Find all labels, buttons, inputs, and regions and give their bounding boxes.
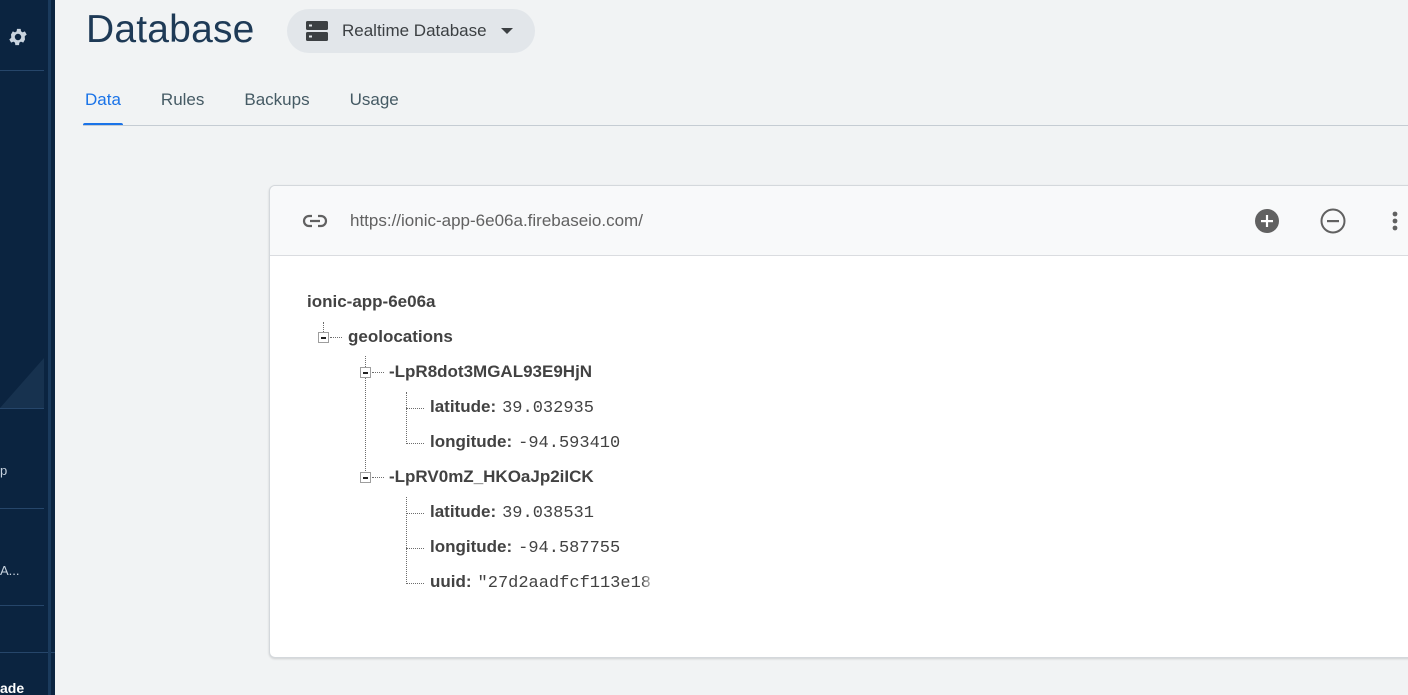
tab-data[interactable]: Data [83, 84, 123, 126]
tree-connector [372, 372, 384, 373]
dropdown-caret-icon [500, 28, 513, 34]
tree-leaf-key: uuid: [430, 572, 472, 591]
data-viewer-header: https://ionic-app-6e06a.firebaseio.com/ [270, 186, 1408, 256]
tree-node-key[interactable]: -LpRV0mZ_HKOaJp2iICK [389, 467, 594, 487]
add-child-icon[interactable] [1254, 208, 1280, 234]
collapse-toggle-icon[interactable] [360, 367, 371, 378]
tree-leaf-key: latitude: [430, 397, 497, 416]
tree-leaf[interactable]: latitude: 39.038531 [430, 502, 594, 523]
tab-usage[interactable]: Usage [348, 84, 401, 126]
tree-connector [406, 443, 424, 444]
sidebar-divider [0, 652, 55, 653]
tree-leaf[interactable]: uuid: "27d2aadfcf113e18 [430, 572, 655, 593]
tree-leaf[interactable]: latitude: 39.032935 [430, 397, 594, 418]
tab-divider [83, 125, 1408, 126]
tree-node-key[interactable]: geolocations [348, 327, 453, 347]
tree-node-key[interactable]: -LpR8dot3MGAL93E9HjN [389, 362, 592, 382]
collapse-toggle-icon[interactable] [360, 472, 371, 483]
database-type-label: Realtime Database [342, 21, 487, 40]
tree-connector [406, 392, 407, 444]
sidebar-divider [0, 605, 44, 606]
tree-leaf-key: latitude: [430, 502, 497, 521]
collapse-icon[interactable] [1320, 208, 1346, 234]
sidebar-item-label[interactable]: A... [0, 563, 20, 578]
tree-leaf-key: longitude: [430, 537, 513, 556]
collapse-toggle-icon[interactable] [318, 332, 329, 343]
tree-connector [406, 513, 424, 514]
tree-connector [406, 548, 424, 549]
upgrade-button[interactable]: ade [0, 680, 24, 695]
tree-leaf-value[interactable]: -94.593410 [518, 434, 620, 453]
tree-connector [406, 497, 407, 584]
tree-leaf[interactable]: longitude: -94.587755 [430, 537, 620, 558]
database-icon [306, 21, 328, 41]
sidebar-divider [0, 408, 44, 409]
database-type-select[interactable]: Realtime Database [287, 9, 535, 53]
tab-rules[interactable]: Rules [159, 84, 206, 126]
sidebar-scrollbar[interactable] [48, 0, 51, 695]
text-fade-overlay [642, 572, 656, 592]
sidebar: p A... ade [0, 0, 55, 695]
link-icon [302, 214, 328, 228]
sidebar-divider [0, 70, 44, 71]
tree-connector [330, 337, 342, 338]
settings-gear-icon[interactable] [7, 26, 29, 48]
tree-connector [406, 583, 424, 584]
database-url[interactable]: https://ionic-app-6e06a.firebaseio.com/ [350, 211, 643, 231]
tree-leaf-value[interactable]: 39.038531 [502, 504, 594, 523]
tree-connector [323, 322, 324, 332]
tree-leaf-value[interactable]: "27d2aadfcf113e18 [478, 574, 651, 593]
tree-root-key[interactable]: ionic-app-6e06a [307, 292, 436, 312]
tree-leaf-value[interactable]: 39.032935 [502, 399, 594, 418]
page-title: Database [86, 8, 255, 51]
tab-backups[interactable]: Backups [242, 84, 311, 126]
tree-leaf-key: longitude: [430, 432, 513, 451]
tree-connector [406, 408, 424, 409]
tree-connector [372, 477, 384, 478]
more-vert-icon[interactable] [1390, 208, 1400, 234]
sidebar-divider [0, 508, 44, 509]
tree-leaf-value[interactable]: -94.587755 [518, 539, 620, 558]
sidebar-decoration [0, 358, 44, 408]
tree-leaf[interactable]: longitude: -94.593410 [430, 432, 620, 453]
sidebar-item-label[interactable]: p [0, 463, 7, 478]
data-viewer-card: https://ionic-app-6e06a.firebaseio.com/ … [269, 185, 1408, 658]
tab-bar: Data Rules Backups Usage [83, 84, 437, 126]
